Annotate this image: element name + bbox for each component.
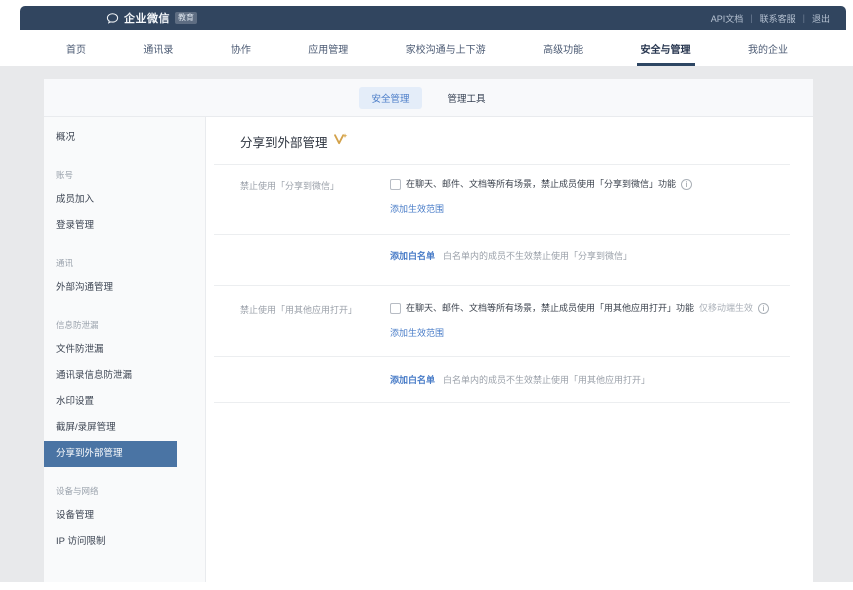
whitelist-note: 白名单内的成员不生效禁止使用「用其他应用打开」	[443, 374, 650, 387]
sidebar-item-file-leak-prevention[interactable]: 文件防泄漏	[44, 337, 205, 363]
separator	[750, 13, 752, 23]
checkbox-label[interactable]: 在聊天、邮件、文档等所有场景，禁止成员使用「分享到微信」功能	[406, 178, 676, 191]
api-docs-link[interactable]: API文档	[711, 12, 744, 25]
edition-badge: 教育	[175, 12, 197, 24]
sidebar-item-external-communication[interactable]: 外部沟通管理	[44, 275, 205, 301]
nav-item-collaboration[interactable]: 协作	[231, 30, 251, 66]
nav-item-home[interactable]: 首页	[66, 30, 86, 66]
page-title-row: 分享到外部管理	[240, 131, 790, 151]
sidebar: 概况 账号 成员加入 登录管理 通讯 外部沟通管理 信息防泄漏 文件防泄漏 通讯…	[44, 117, 206, 582]
main-panel: 分享到外部管理 禁止使用「分享到微信」 在聊天、邮件、文档等所有场景，禁止成员使…	[207, 117, 813, 582]
sidebar-group-account: 账号	[44, 163, 205, 187]
whitelist-note: 白名单内的成员不生效禁止使用「分享到微信」	[443, 250, 632, 263]
checkbox-line: 在聊天、邮件、文档等所有场景，禁止成员使用「用其他应用打开」功能 仅移动端生效	[390, 302, 790, 315]
separator	[803, 13, 805, 23]
section-control: 在聊天、邮件、文档等所有场景，禁止成员使用「用其他应用打开」功能 仅移动端生效 …	[390, 302, 790, 341]
sidebar-item-member-join[interactable]: 成员加入	[44, 187, 205, 213]
nav-item-my-company[interactable]: 我的企业	[748, 30, 788, 66]
sidebar-item-overview[interactable]: 概况	[44, 125, 205, 151]
section-open-with-other-app: 禁止使用「用其他应用打开」 在聊天、邮件、文档等所有场景，禁止成员使用「用其他应…	[240, 286, 790, 341]
section-share-to-wechat: 禁止使用「分享到微信」 在聊天、邮件、文档等所有场景，禁止成员使用「分享到微信」…	[240, 165, 790, 217]
wechat-work-logo-icon	[106, 12, 119, 25]
top-bar: 企业微信 教育 API文档 联系客服 退出	[20, 6, 846, 30]
active-nav-underline	[637, 63, 695, 66]
add-scope-link[interactable]: 添加生效范围	[390, 327, 444, 339]
divider	[214, 402, 790, 403]
vip-v-star-icon	[334, 132, 348, 150]
nav-item-home-school[interactable]: 家校沟通与上下游	[406, 30, 486, 66]
nav-item-contacts[interactable]: 通讯录	[143, 30, 173, 66]
sidebar-item-ip-access-restriction[interactable]: IP 访问限制	[44, 529, 205, 555]
whitelist-row-open-with-other-app: 添加白名单 白名单内的成员不生效禁止使用「用其他应用打开」	[390, 357, 790, 387]
sidebar-group-device-network: 设备与网络	[44, 479, 205, 503]
info-circle-icon[interactable]	[758, 303, 769, 314]
brand: 企业微信 教育	[106, 10, 197, 26]
open-with-other-app-checkbox[interactable]	[390, 303, 401, 314]
share-to-wechat-checkbox[interactable]	[390, 179, 401, 190]
sidebar-item-contacts-leak-prevention[interactable]: 通讯录信息防泄漏	[44, 363, 205, 389]
nav-item-app-management[interactable]: 应用管理	[308, 30, 348, 66]
nav-item-security-management[interactable]: 安全与管理	[641, 30, 691, 66]
nav-item-label: 安全与管理	[641, 41, 691, 56]
section-control: 在聊天、邮件、文档等所有场景，禁止成员使用「分享到微信」功能 添加生效范围	[390, 178, 790, 217]
section-label: 禁止使用「用其他应用打开」	[240, 302, 390, 341]
tab-admin-tools[interactable]: 管理工具	[436, 87, 498, 109]
add-whitelist-link[interactable]: 添加白名单	[390, 374, 435, 387]
sidebar-item-login-management[interactable]: 登录管理	[44, 213, 205, 239]
brand-name: 企业微信	[124, 10, 170, 26]
add-whitelist-link[interactable]: 添加白名单	[390, 250, 435, 263]
tab-security-management[interactable]: 安全管理	[359, 87, 421, 109]
primary-nav: 首页 通讯录 协作 应用管理 家校沟通与上下游 高级功能 安全与管理 我的企业	[20, 30, 846, 66]
mobile-only-note: 仅移动端生效	[699, 302, 753, 315]
sidebar-group-info-leak-prevention: 信息防泄漏	[44, 313, 205, 337]
checkbox-line: 在聊天、邮件、文档等所有场景，禁止成员使用「分享到微信」功能	[390, 178, 790, 191]
sidebar-item-device-management[interactable]: 设备管理	[44, 503, 205, 529]
page-title: 分享到外部管理	[240, 132, 328, 151]
checkbox-label[interactable]: 在聊天、邮件、文档等所有场景，禁止成员使用「用其他应用打开」功能	[406, 302, 694, 315]
sidebar-item-watermark-settings[interactable]: 水印设置	[44, 389, 205, 415]
sidebar-group-communication: 通讯	[44, 251, 205, 275]
sidebar-item-share-external-management[interactable]: 分享到外部管理	[44, 441, 177, 467]
content-card: 安全管理 管理工具 概况 账号 成员加入 登录管理 通讯 外部沟通管理 信息防泄…	[44, 79, 813, 582]
contact-support-link[interactable]: 联系客服	[760, 12, 796, 25]
whitelist-row-share-to-wechat: 添加白名单 白名单内的成员不生效禁止使用「分享到微信」	[390, 235, 790, 263]
top-bar-links: API文档 联系客服 退出	[711, 12, 830, 25]
logout-link[interactable]: 退出	[812, 12, 830, 25]
nav-item-advanced[interactable]: 高级功能	[543, 30, 583, 66]
sidebar-item-screenshot-management[interactable]: 截屏/录屏管理	[44, 415, 205, 441]
section-label: 禁止使用「分享到微信」	[240, 178, 390, 217]
secondary-tabs: 安全管理 管理工具	[44, 79, 813, 117]
page: 企业微信 教育 API文档 联系客服 退出 首页 通讯录 协作 应用管理 家校沟…	[0, 0, 853, 590]
info-circle-icon[interactable]	[681, 179, 692, 190]
add-scope-link[interactable]: 添加生效范围	[390, 203, 444, 215]
